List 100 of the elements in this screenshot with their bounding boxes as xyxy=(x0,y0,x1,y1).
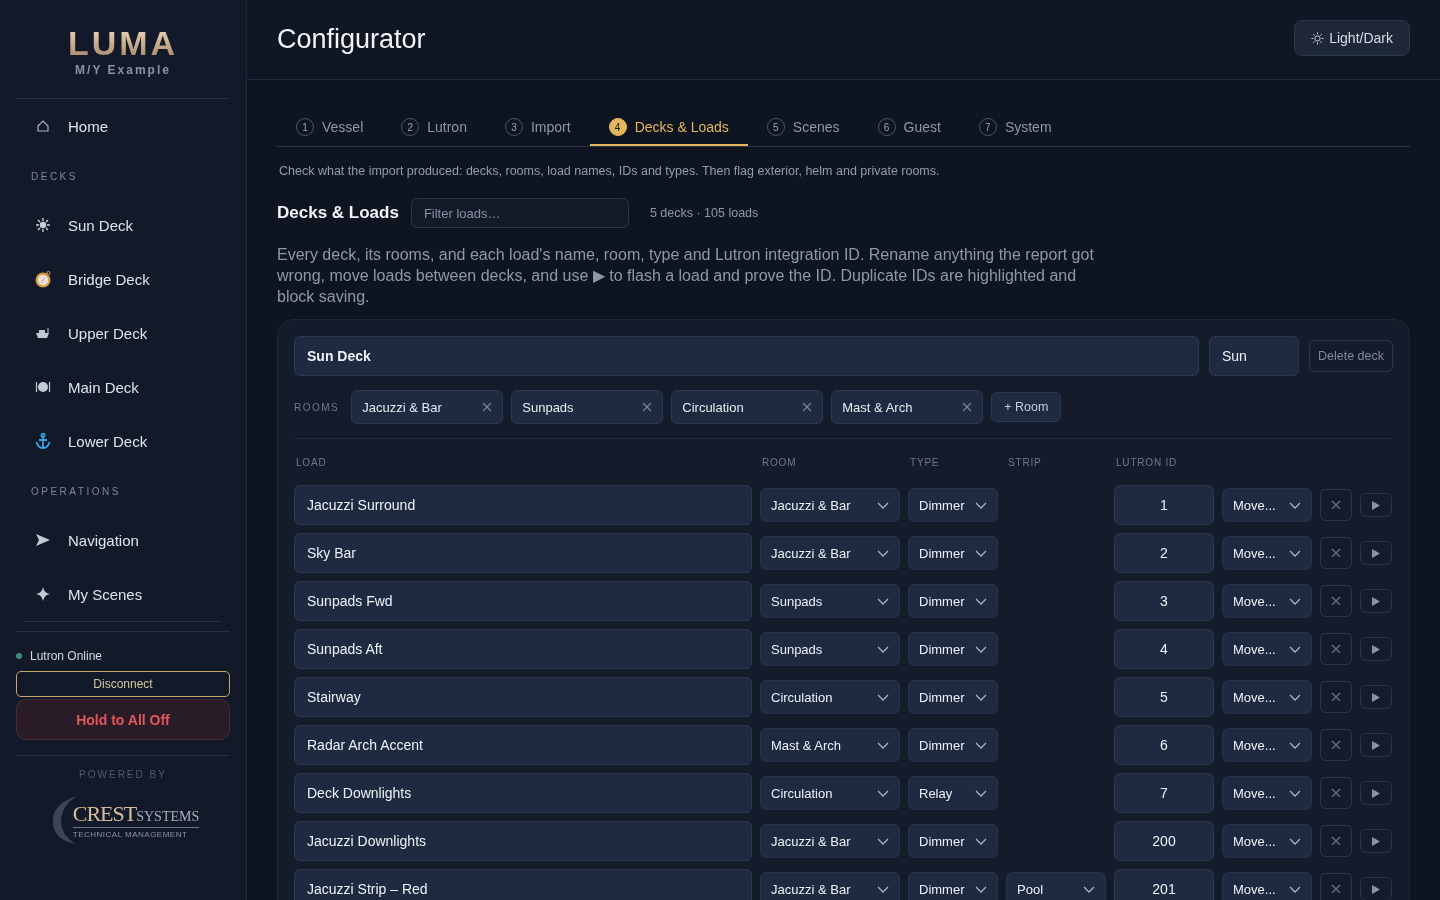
chevron-icon xyxy=(877,501,889,509)
step-tab[interactable]: 7 System xyxy=(959,110,1071,146)
flash-button[interactable] xyxy=(1360,589,1392,613)
column-header: STRIP xyxy=(1007,456,1043,468)
move-select[interactable]: Move... xyxy=(1222,776,1312,810)
type-select[interactable]: Dimmer xyxy=(908,584,998,618)
chevron-icon xyxy=(975,549,987,557)
load-name-field[interactable]: Stairway xyxy=(294,677,752,717)
type-select[interactable]: Dimmer xyxy=(908,728,998,762)
powered-by-label: POWERED BY xyxy=(78,769,168,780)
nav-item[interactable]: Bridge Deck xyxy=(16,252,230,306)
all-off-button[interactable]: Hold to All Off xyxy=(16,699,230,740)
type-select[interactable]: Dimmer xyxy=(908,824,998,858)
type-select[interactable]: Dimmer xyxy=(908,632,998,666)
lutron-id-field[interactable]: 3 xyxy=(1114,581,1214,621)
lutron-id-field[interactable]: 200 xyxy=(1114,821,1214,861)
move-select[interactable]: Move... xyxy=(1222,584,1312,618)
flash-button[interactable] xyxy=(1360,829,1392,853)
move-select[interactable]: Move... xyxy=(1222,824,1312,858)
close-icon[interactable] xyxy=(642,402,653,412)
flash-button[interactable] xyxy=(1360,781,1392,805)
room-select[interactable]: Jacuzzi & Bar xyxy=(760,536,900,570)
type-select[interactable]: Dimmer xyxy=(908,680,998,714)
delete-deck-button[interactable]: Delete deck xyxy=(1309,340,1393,372)
load-name-field[interactable]: Jacuzzi Surround xyxy=(294,485,752,525)
lutron-id-field[interactable]: 2 xyxy=(1114,533,1214,573)
flash-button[interactable] xyxy=(1360,541,1392,565)
flash-button[interactable] xyxy=(1360,685,1392,709)
load-name-field[interactable]: Jacuzzi Downlights xyxy=(294,821,752,861)
lutron-id-field[interactable]: 6 xyxy=(1114,725,1214,765)
type-select[interactable]: Dimmer xyxy=(908,872,998,900)
add-room-button[interactable]: + Room xyxy=(991,392,1062,422)
step-tab[interactable]: 4 Decks & Loads xyxy=(589,110,748,146)
load-name-field[interactable]: Deck Downlights xyxy=(294,773,752,813)
lutron-id-field[interactable]: 201 xyxy=(1114,869,1214,900)
type-select[interactable]: Dimmer xyxy=(908,488,998,522)
step-tab[interactable]: 3 Import xyxy=(485,110,590,146)
move-select[interactable]: Move... xyxy=(1222,728,1312,762)
flash-button[interactable] xyxy=(1360,493,1392,517)
flash-button[interactable] xyxy=(1360,733,1392,757)
step-tab[interactable]: 6 Guest xyxy=(858,110,960,146)
step-tab[interactable]: 5 Scenes xyxy=(747,110,859,146)
load-name-field[interactable]: Sky Bar xyxy=(294,533,752,573)
step-tab[interactable]: 2 Lutron xyxy=(382,110,486,146)
room-select[interactable]: Jacuzzi & Bar xyxy=(760,872,900,900)
nav-item[interactable]: Main Deck xyxy=(16,360,230,414)
move-select[interactable]: Move... xyxy=(1222,536,1312,570)
lutron-id-field[interactable]: 1 xyxy=(1114,485,1214,525)
nav-item[interactable]: Navigation xyxy=(16,513,230,567)
lutron-id-field[interactable]: 7 xyxy=(1114,773,1214,813)
room-select[interactable]: Jacuzzi & Bar xyxy=(760,824,900,858)
play-icon xyxy=(1372,548,1380,558)
room-chip[interactable]: Mast & Arch xyxy=(831,390,984,424)
close-icon[interactable] xyxy=(482,402,493,412)
load-name-field[interactable]: Sunpads Fwd xyxy=(294,581,752,621)
filter-field[interactable]: Filter loads… xyxy=(410,198,629,228)
move-select[interactable]: Move... xyxy=(1222,632,1312,666)
room-chip[interactable]: Circulation xyxy=(671,390,824,424)
room-chip[interactable]: Jacuzzi & Bar xyxy=(351,390,504,424)
move-select[interactable]: Move... xyxy=(1222,488,1312,522)
type-select[interactable]: Dimmer xyxy=(908,536,998,570)
rooms-label: ROOMS xyxy=(294,401,340,413)
load-name-field[interactable]: Radar Arch Accent xyxy=(294,725,752,765)
load-name-field[interactable]: Jacuzzi Strip – Red xyxy=(294,869,752,900)
play-icon xyxy=(1372,836,1380,846)
nav-item[interactable]: Lower Deck xyxy=(16,414,230,468)
close-icon[interactable] xyxy=(962,402,973,412)
disconnect-button[interactable]: Disconnect xyxy=(16,671,230,697)
deck-short-field[interactable]: Sun xyxy=(1209,336,1299,376)
summary-text: 5 decks · 105 loads xyxy=(649,206,759,220)
page-title: Configurator xyxy=(277,24,426,55)
strip-select[interactable]: Pool xyxy=(1006,872,1106,900)
room-select[interactable]: Circulation xyxy=(760,776,900,810)
close-icon[interactable] xyxy=(802,402,813,412)
vessel-name: M/Y Example xyxy=(75,63,171,77)
nav-item[interactable]: Upper Deck xyxy=(16,306,230,360)
room-select[interactable]: Circulation xyxy=(760,680,900,714)
step-tab[interactable]: 1 Vessel xyxy=(277,110,383,146)
room-select[interactable]: Sunpads xyxy=(760,632,900,666)
load-name-field[interactable]: Sunpads Aft xyxy=(294,629,752,669)
move-select[interactable]: Move... xyxy=(1222,872,1312,900)
room-chip[interactable]: Sunpads xyxy=(511,390,664,424)
lutron-id-field[interactable]: 5 xyxy=(1114,677,1214,717)
room-select[interactable]: Mast & Arch xyxy=(760,728,900,762)
flash-button[interactable] xyxy=(1360,637,1392,661)
type-select[interactable]: Relay xyxy=(908,776,998,810)
nav-item[interactable]: Sun Deck xyxy=(16,198,230,252)
room-select[interactable]: Sunpads xyxy=(760,584,900,618)
theme-toggle-button[interactable]: Light/Dark xyxy=(1294,20,1410,56)
deck-name-field[interactable]: Sun Deck xyxy=(294,336,1199,376)
lutron-id-field[interactable]: 4 xyxy=(1114,629,1214,669)
nav-item[interactable]: My Scenes xyxy=(16,567,230,621)
nav-item[interactable]: Home xyxy=(16,99,230,153)
play-icon xyxy=(1372,500,1380,510)
sparkle-icon xyxy=(36,587,50,601)
room-select[interactable]: Jacuzzi & Bar xyxy=(760,488,900,522)
chevron-icon xyxy=(877,645,889,653)
chevron-icon xyxy=(877,549,889,557)
close-icon xyxy=(1331,500,1341,510)
move-select[interactable]: Move... xyxy=(1222,680,1312,714)
